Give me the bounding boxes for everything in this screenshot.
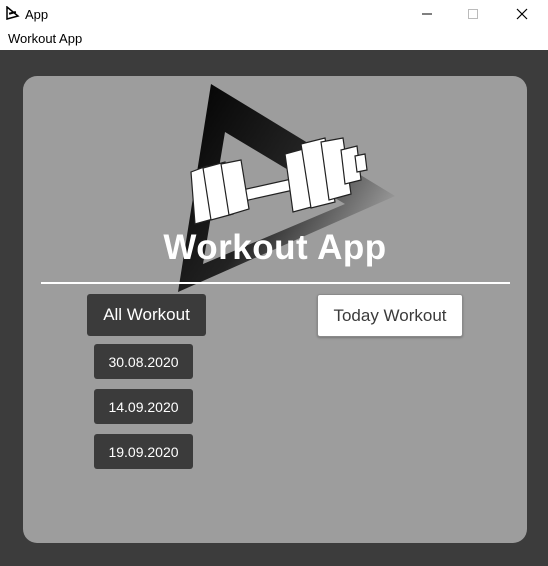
menu-title: Workout App bbox=[8, 31, 83, 46]
menu-bar: Workout App bbox=[0, 28, 548, 50]
close-icon bbox=[516, 8, 528, 20]
all-workout-button[interactable]: All Workout bbox=[87, 294, 206, 336]
window-title: App bbox=[25, 7, 49, 22]
maximize-icon bbox=[468, 9, 478, 19]
workout-date-button[interactable]: 19.09.2020 bbox=[94, 434, 193, 469]
app-logo-icon bbox=[5, 5, 20, 21]
triangle-dumbbell-logo bbox=[178, 84, 395, 292]
window-titlebar: App bbox=[0, 0, 548, 28]
workout-date-button[interactable]: 14.09.2020 bbox=[94, 389, 193, 424]
maximize-button[interactable] bbox=[450, 0, 496, 28]
divider bbox=[41, 282, 510, 284]
today-workout-button[interactable]: Today Workout bbox=[317, 294, 463, 337]
minimize-icon bbox=[422, 13, 432, 15]
minimize-button[interactable] bbox=[404, 0, 450, 28]
page-title: Workout App bbox=[163, 228, 387, 267]
workout-date-list: 30.08.2020 14.09.2020 19.09.2020 bbox=[94, 344, 193, 479]
workout-date-button[interactable]: 30.08.2020 bbox=[94, 344, 193, 379]
main-panel: Workout App All Workout Today Workout 30… bbox=[23, 76, 527, 543]
close-button[interactable] bbox=[499, 0, 545, 28]
